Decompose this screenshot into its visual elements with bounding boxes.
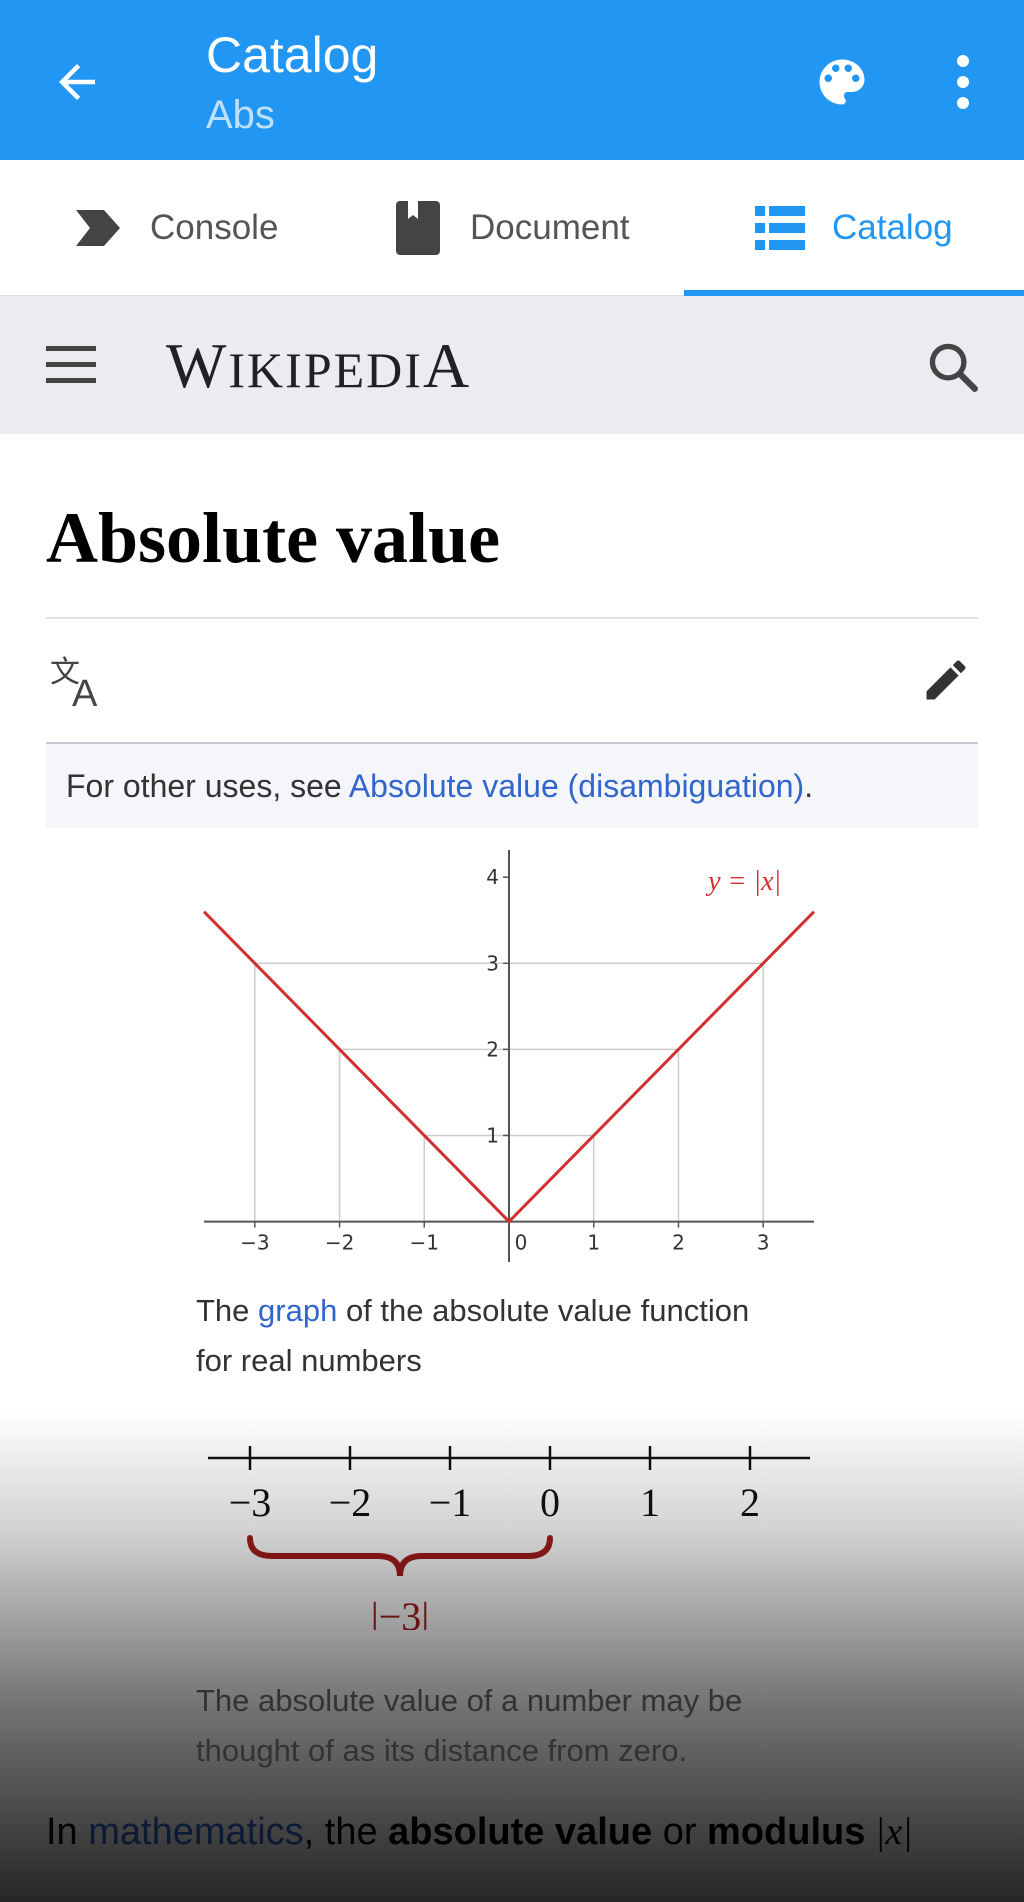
hatnote: For other uses, see Absolute value (disa… xyxy=(46,744,978,828)
disambiguation-link[interactable]: Absolute value (disambiguation) xyxy=(349,768,804,804)
graph-link[interactable]: graph xyxy=(258,1293,337,1328)
console-chevron-icon xyxy=(72,202,124,254)
hatnote-period: . xyxy=(804,768,814,804)
x-tick-label: −2 xyxy=(325,1231,354,1255)
x-tick-label: −3 xyxy=(240,1231,269,1255)
y-tick-label: 2 xyxy=(486,1037,499,1061)
para-formula: |x| xyxy=(865,1811,913,1853)
app-subtitle: Abs xyxy=(206,93,275,137)
para-pre: In xyxy=(46,1811,89,1853)
figure1-caption: The graph of the absolute value function… xyxy=(196,1286,836,1386)
absolute-value-graph: −3 −2 −1 0 1 2 3 1 2 3 4 y = |x| xyxy=(202,850,816,1262)
search-icon[interactable] xyxy=(924,338,982,396)
article-title: Absolute value xyxy=(46,498,501,578)
distance-brace xyxy=(247,1535,553,1577)
tab-document-label: Document xyxy=(470,208,630,247)
para-bold-absolute-value: absolute value xyxy=(388,1811,653,1853)
list-icon xyxy=(754,202,806,254)
para-or: or xyxy=(652,1811,708,1853)
x-tick-label: 0 xyxy=(515,1231,528,1255)
number-line-tick-label: −1 xyxy=(429,1480,472,1525)
number-line-tick-label: −2 xyxy=(329,1480,372,1525)
y-tick-label: 4 xyxy=(486,865,499,889)
hamburger-menu-icon[interactable] xyxy=(46,344,96,386)
back-arrow-icon[interactable] xyxy=(50,55,104,109)
x-tick-label: 2 xyxy=(672,1231,685,1255)
number-line-tick-label: 0 xyxy=(540,1480,560,1525)
figure1-caption-pre: The xyxy=(196,1293,259,1328)
figure2-caption: The absolute value of a number may be th… xyxy=(196,1676,836,1776)
figure2-caption-line1: The absolute value of a number may be xyxy=(196,1683,743,1718)
wikipedia-header: WIKIPEDIA xyxy=(0,296,1024,434)
tab-catalog[interactable]: Catalog xyxy=(754,160,953,296)
title-divider xyxy=(46,617,978,619)
mathematics-link[interactable]: mathematics xyxy=(88,1811,303,1853)
tab-catalog-label: Catalog xyxy=(832,208,953,247)
figure1-caption-post: of the absolute value function xyxy=(337,1293,750,1328)
app-title: Catalog xyxy=(206,27,379,83)
x-tick-label: −1 xyxy=(410,1231,439,1255)
number-line-tick-label: 2 xyxy=(740,1480,760,1525)
more-vert-icon[interactable] xyxy=(948,52,978,112)
number-line-tick-label: 1 xyxy=(640,1480,660,1525)
svg-text:A: A xyxy=(72,673,98,710)
tab-console-label: Console xyxy=(150,208,279,247)
series-label: y = |x| xyxy=(705,866,781,897)
figure2-caption-line2: thought of as its distance from zero. xyxy=(196,1733,688,1768)
edit-pencil-icon[interactable] xyxy=(920,654,972,706)
wikipedia-logo[interactable]: WIKIPEDIA xyxy=(166,326,471,410)
intro-paragraph: In mathematics, the absolute value or mo… xyxy=(46,1800,913,1864)
figure1-caption-line2: for real numbers xyxy=(196,1343,422,1378)
y-tick-label: 1 xyxy=(486,1123,499,1147)
translate-language-icon[interactable]: 文 A xyxy=(50,654,110,710)
para-mid: , the xyxy=(303,1811,389,1853)
x-tick-label: 3 xyxy=(757,1231,770,1255)
brace-label: |−3| xyxy=(371,1594,430,1630)
tab-document[interactable]: Document xyxy=(392,160,630,296)
app-bar: Catalog Abs xyxy=(0,0,1024,160)
x-tick-label: 1 xyxy=(587,1231,600,1255)
number-line-figure: −3 −2 −1 0 1 2 |−3| xyxy=(208,1446,810,1630)
y-tick-label: 3 xyxy=(486,951,499,975)
palette-icon[interactable] xyxy=(812,52,872,112)
number-line-tick-label: −3 xyxy=(229,1480,272,1525)
para-bold-modulus: modulus xyxy=(707,1811,866,1853)
tab-bar: Console Document Catalog xyxy=(0,160,1024,296)
bookmark-book-icon xyxy=(392,201,444,255)
hatnote-text: For other uses, see xyxy=(66,768,349,804)
tab-console[interactable]: Console xyxy=(72,160,278,296)
